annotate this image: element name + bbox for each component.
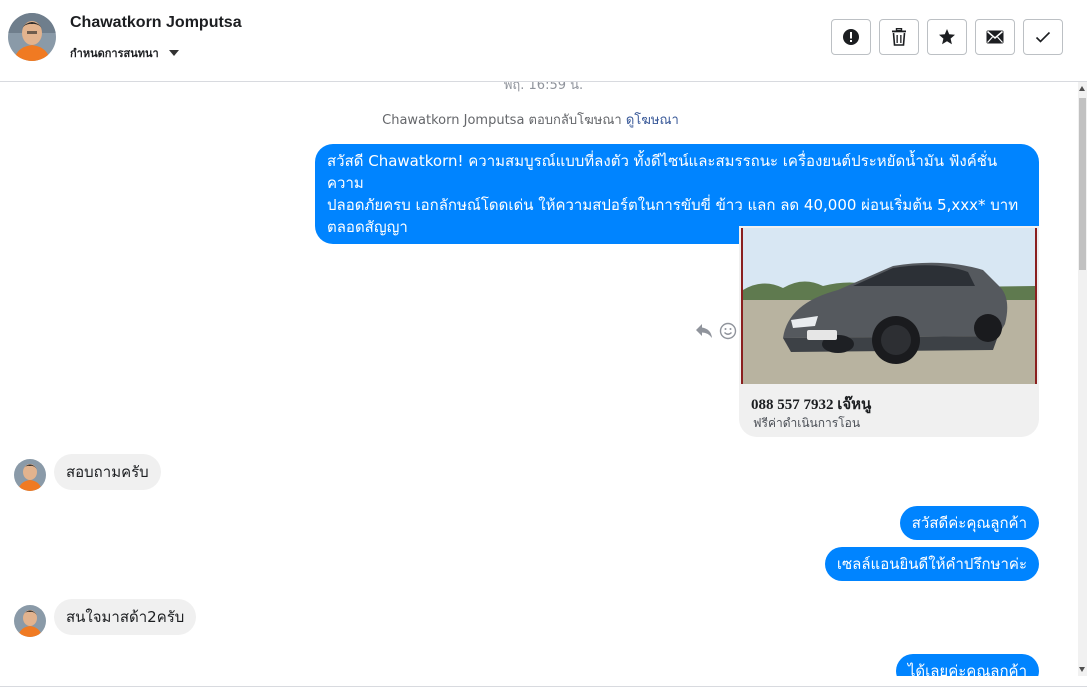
message-actions [695, 322, 737, 340]
contact-avatar-small [14, 459, 46, 491]
caret-down-icon [168, 50, 179, 56]
message-composer[interactable] [0, 686, 1087, 692]
message-timestamp: พฤ. 16:59 น. [503, 82, 584, 93]
reply-icon[interactable] [695, 323, 713, 339]
message-bubble-outgoing[interactable]: สวัสดีค่ะคุณลูกค้า [899, 506, 1039, 540]
car-image[interactable] [741, 228, 1037, 384]
view-ad-link[interactable]: ดูโฆษณา [626, 113, 679, 128]
thread-scrollbar[interactable] [1078, 82, 1087, 676]
mark-unread-button[interactable] [975, 19, 1015, 55]
scroll-up-arrow-icon[interactable] [1079, 86, 1085, 91]
message-bubble-incoming[interactable]: สอบถามครับ [54, 454, 161, 490]
star-icon [939, 29, 955, 45]
scroll-thumb[interactable] [1079, 98, 1086, 270]
check-icon [1035, 31, 1051, 43]
message-thread[interactable]: พฤ. 16:59 น. Chawatkorn Jomputsa ตอบกลับ… [0, 82, 1078, 676]
card-title: 088 557 7932 เจ๊หนู [751, 397, 872, 413]
contact-avatar-small [14, 605, 46, 637]
conversation-label: กำหนดการสนทนา [70, 47, 159, 60]
ad-reply-text: Chawatkorn Jomputsa ตอบกลับโฆษณา [382, 113, 622, 128]
scroll-down-arrow-icon[interactable] [1079, 667, 1085, 672]
contact-name: Chawatkorn Jomputsa [70, 14, 242, 31]
emoji-react-icon[interactable] [719, 322, 737, 340]
conversation-label-dropdown[interactable]: กำหนดการสนทนา [70, 44, 179, 62]
conversation-header: Chawatkorn Jomputsa กำหนดการสนทนา [0, 0, 1087, 82]
conversation-toolbar [831, 19, 1063, 55]
message-text-line: ปลอดภัยครบ เอกลักษณ์โดดเด่น ให้ความสปอร์… [327, 196, 1019, 214]
mark-done-button[interactable] [1023, 19, 1063, 55]
delete-button[interactable] [879, 19, 919, 55]
ad-reply-note: Chawatkorn Jomputsa ตอบกลับโฆษณา ดูโฆษณา [0, 109, 1061, 130]
trash-icon [892, 28, 906, 46]
message-bubble-outgoing[interactable]: เซลล์แอนยินดีให้คำปรึกษาค่ะ [824, 547, 1039, 581]
star-button[interactable] [927, 19, 967, 55]
ad-attachment-card[interactable]: 088 557 7932 เจ๊หนู ฟรีค่าดำเนินการโอน [739, 226, 1039, 437]
contact-avatar[interactable] [8, 13, 56, 61]
message-bubble-outgoing[interactable]: ได้เลยค่ะคุณลูกค้า [895, 654, 1039, 676]
message-text-line: สวัสดี Chawatkorn! ความสมบูรณ์แบบที่ลงตั… [327, 152, 998, 192]
alert-icon [843, 29, 859, 45]
message-bubble-incoming[interactable]: สนใจมาสด้า2ครับ [54, 599, 197, 635]
envelope-icon [986, 30, 1004, 44]
card-subtitle: ฟรีค่าดำเนินการโอน [753, 416, 861, 430]
mark-spam-button[interactable] [831, 19, 871, 55]
